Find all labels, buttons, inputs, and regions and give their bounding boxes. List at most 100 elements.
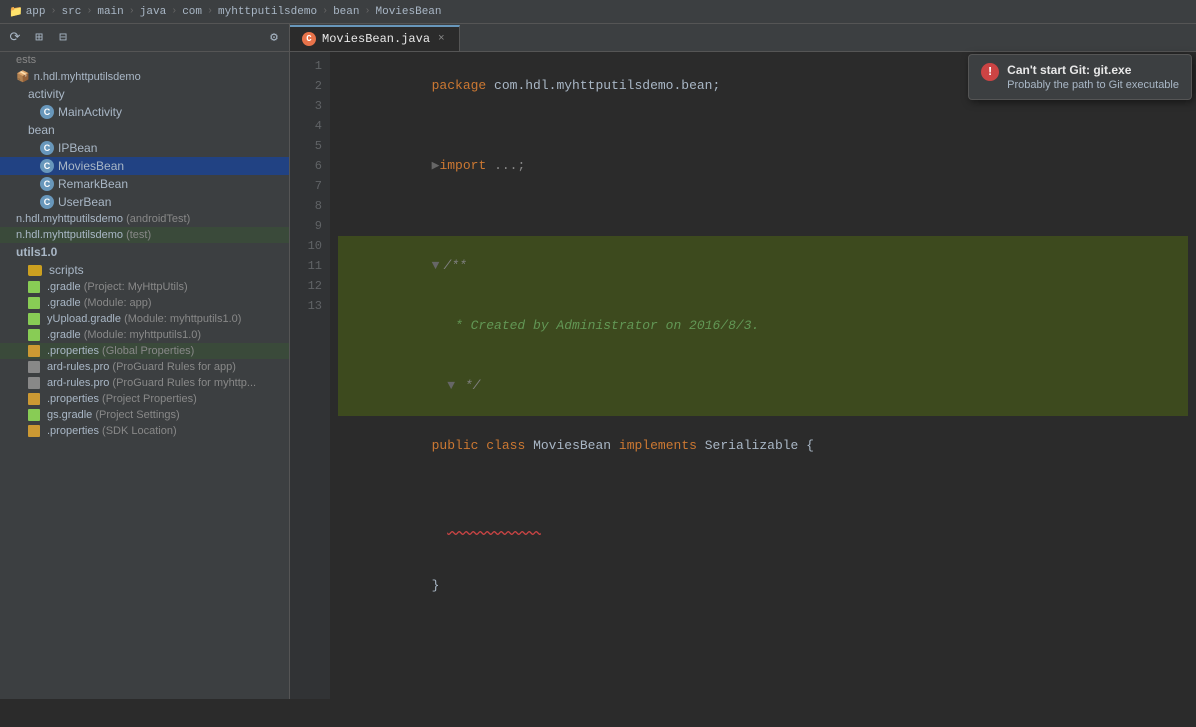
class-icon-moviesbean: C bbox=[40, 159, 54, 173]
sidebar-item-gradle-app[interactable]: .gradle (Module: app) bbox=[0, 295, 289, 311]
line-numbers: 1 2 3 4 5 6 7 8 9 10 11 12 13 bbox=[290, 52, 330, 699]
breadcrumb-bar: 📁 app › src › main › java › com › myhttp… bbox=[0, 0, 1196, 24]
notification-title: Can't start Git: git.exe bbox=[1007, 63, 1179, 77]
settings-button[interactable]: ⚙ bbox=[263, 27, 285, 49]
proguard-myhttp-label: ard-rules.pro (ProGuard Rules for myhttp… bbox=[47, 377, 256, 389]
sidebar-item-settings-gradle[interactable]: gs.gradle (Project Settings) bbox=[0, 407, 289, 423]
code-line-2 bbox=[338, 116, 1188, 136]
breadcrumb-item-moviesbean[interactable]: MoviesBean bbox=[373, 5, 445, 19]
test-label: n.hdl.myhttputilsdemo (test) bbox=[16, 229, 151, 241]
code-line-13 bbox=[338, 616, 1188, 636]
gradle-app-label: .gradle (Module: app) bbox=[47, 297, 152, 309]
breadcrumb-item-myhttputilsdemo[interactable]: myhttputilsdemo bbox=[215, 5, 320, 19]
class-icon-remarkbean: C bbox=[40, 177, 54, 191]
sidebar-item-userbean[interactable]: C UserBean bbox=[0, 193, 289, 211]
sidebar-item-moviesbean[interactable]: C MoviesBean bbox=[0, 157, 289, 175]
androidtest-label: n.hdl.myhttputilsdemo (androidTest) bbox=[16, 213, 190, 225]
moviesbean-label: MoviesBean bbox=[58, 159, 124, 173]
package-label: n.hdl.myhttputilsdemo bbox=[34, 71, 141, 83]
error-icon: ! bbox=[981, 63, 999, 81]
notification-content: Can't start Git: git.exe Probably the pa… bbox=[1007, 63, 1179, 91]
code-line-12: } bbox=[338, 556, 1188, 616]
bean-label: bean bbox=[28, 123, 55, 137]
proguard-app-icon bbox=[28, 361, 40, 373]
activity-label: activity bbox=[28, 87, 65, 101]
git-notification[interactable]: ! Can't start Git: git.exe Probably the … bbox=[968, 54, 1192, 100]
ests-label: ests bbox=[16, 54, 36, 66]
tab-moviesbean[interactable]: C MoviesBean.java × bbox=[290, 25, 460, 51]
app-folder-icon: 📁 bbox=[9, 5, 23, 19]
code-line-8: ▼ */ bbox=[338, 356, 1188, 416]
remarkbean-label: RemarkBean bbox=[58, 177, 128, 191]
sidebar-item-bean[interactable]: bean bbox=[0, 121, 289, 139]
mainactivity-label: MainActivity bbox=[58, 105, 122, 119]
code-editor[interactable]: 1 2 3 4 5 6 7 8 9 10 11 12 13 bbox=[290, 52, 1196, 699]
userbean-label: UserBean bbox=[58, 195, 111, 209]
notification-body: Probably the path to Git executable bbox=[1007, 79, 1179, 91]
code-line-4 bbox=[338, 196, 1188, 216]
sidebar: ⟳ ⊞ ⊟ ⚙ ests 📦 n.hdl.myhttputilsdemo act… bbox=[0, 24, 290, 699]
sidebar-item-package-root[interactable]: 📦 n.hdl.myhttputilsdemo bbox=[0, 68, 289, 85]
global-props-label: .properties (Global Properties) bbox=[47, 345, 194, 357]
breadcrumb-item-bean[interactable]: bean bbox=[330, 5, 362, 19]
sidebar-item-yupload-gradle[interactable]: yUpload.gradle (Module: myhttputils1.0) bbox=[0, 311, 289, 327]
sidebar-item-activity[interactable]: activity bbox=[0, 85, 289, 103]
breadcrumb-item-com[interactable]: com bbox=[179, 5, 205, 19]
scripts-label: scripts bbox=[49, 263, 84, 277]
gradle-module-icon bbox=[28, 329, 40, 341]
class-icon-mainactivity: C bbox=[40, 105, 54, 119]
sidebar-item-test[interactable]: n.hdl.myhttputilsdemo (test) bbox=[0, 227, 289, 243]
tab-close-button[interactable]: × bbox=[436, 33, 447, 45]
tab-filename: MoviesBean.java bbox=[322, 32, 430, 46]
sdk-props-icon bbox=[28, 425, 40, 437]
breadcrumb-item-java[interactable]: java bbox=[137, 5, 169, 19]
class-icon-ipbean: C bbox=[40, 141, 54, 155]
project-props-icon bbox=[28, 393, 40, 405]
folder-scripts-icon bbox=[28, 265, 42, 276]
ipbean-label: IPBean bbox=[58, 141, 97, 155]
sidebar-item-gradle-project[interactable]: .gradle (Project: MyHttpUtils) bbox=[0, 279, 289, 295]
global-props-icon bbox=[28, 345, 40, 357]
sidebar-item-proguard-app[interactable]: ard-rules.pro (ProGuard Rules for app) bbox=[0, 359, 289, 375]
sidebar-item-utils10[interactable]: utils1.0 bbox=[0, 243, 289, 261]
settings-gradle-icon bbox=[28, 409, 40, 421]
gradle-project-icon bbox=[28, 281, 40, 293]
sidebar-item-androidtest[interactable]: n.hdl.myhttputilsdemo (androidTest) bbox=[0, 211, 289, 227]
gradle-project-label: .gradle (Project: MyHttpUtils) bbox=[47, 281, 188, 293]
code-line-3: ▶import ...; bbox=[338, 136, 1188, 196]
code-line-5 bbox=[338, 216, 1188, 236]
sidebar-item-gradle-module[interactable]: .gradle (Module: myhttputils1.0) bbox=[0, 327, 289, 343]
expand-all-button[interactable]: ⊞ bbox=[28, 27, 50, 49]
yupload-gradle-label: yUpload.gradle (Module: myhttputils1.0) bbox=[47, 313, 241, 325]
sidebar-item-global-props[interactable]: .properties (Global Properties) bbox=[0, 343, 289, 359]
gradle-module-label: .gradle (Module: myhttputils1.0) bbox=[47, 329, 201, 341]
collapse-all-button[interactable]: ⊟ bbox=[52, 27, 74, 49]
class-icon-userbean: C bbox=[40, 195, 54, 209]
sidebar-item-proguard-myhttp[interactable]: ard-rules.pro (ProGuard Rules for myhttp… bbox=[0, 375, 289, 391]
code-line-11 bbox=[338, 496, 1188, 556]
utils10-label: utils1.0 bbox=[16, 245, 57, 259]
sync-button[interactable]: ⟳ bbox=[4, 27, 26, 49]
yupload-gradle-icon bbox=[28, 313, 40, 325]
sidebar-item-sdk-props[interactable]: .properties (SDK Location) bbox=[0, 423, 289, 439]
code-line-7: * Created by Administrator on 2016/8/3. bbox=[338, 296, 1188, 356]
sidebar-item-ests[interactable]: ests bbox=[0, 52, 289, 68]
breadcrumb-item-app[interactable]: 📁 app bbox=[6, 4, 49, 20]
breadcrumb-item-src[interactable]: src bbox=[59, 5, 85, 19]
code-line-10 bbox=[338, 476, 1188, 496]
sidebar-item-project-props[interactable]: .properties (Project Properties) bbox=[0, 391, 289, 407]
sidebar-item-mainactivity[interactable]: C MainActivity bbox=[0, 103, 289, 121]
gradle-app-icon bbox=[28, 297, 40, 309]
sidebar-item-remarkbean[interactable]: C RemarkBean bbox=[0, 175, 289, 193]
sidebar-item-scripts[interactable]: scripts bbox=[0, 261, 289, 279]
sidebar-item-ipbean[interactable]: C IPBean bbox=[0, 139, 289, 157]
code-line-9: public class MoviesBean implements Seria… bbox=[338, 416, 1188, 476]
tab-java-icon: C bbox=[302, 32, 316, 46]
sdk-props-label: .properties (SDK Location) bbox=[47, 425, 177, 437]
project-props-label: .properties (Project Properties) bbox=[47, 393, 197, 405]
package-icon: 📦 bbox=[16, 70, 30, 83]
code-content[interactable]: package com.hdl.myhttputilsdemo.bean; ▶i… bbox=[330, 52, 1196, 699]
settings-gradle-label: gs.gradle (Project Settings) bbox=[47, 409, 180, 421]
code-line-6: ▼/** bbox=[338, 236, 1188, 296]
breadcrumb-item-main[interactable]: main bbox=[94, 5, 126, 19]
